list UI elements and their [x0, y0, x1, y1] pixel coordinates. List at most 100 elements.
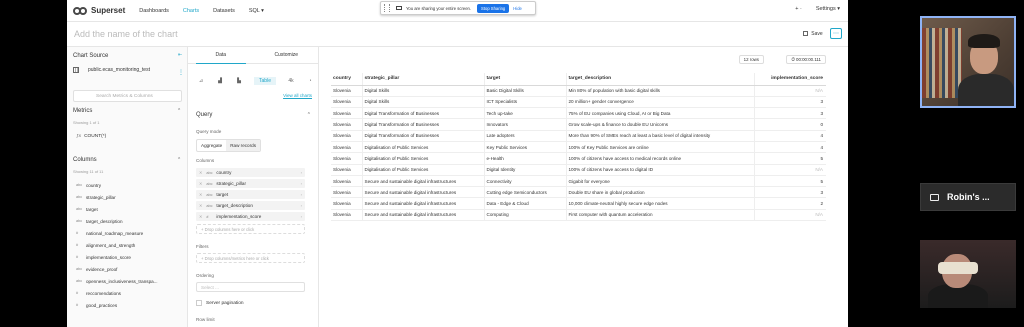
drop-columns-zone[interactable]: + Drop columns here or click: [196, 224, 305, 234]
chevron-up-icon[interactable]: ⌃: [177, 157, 181, 163]
plus-menu-button[interactable]: + ·: [795, 6, 802, 12]
table-cell: N/A: [753, 209, 826, 222]
remove-icon[interactable]: ✕: [199, 181, 202, 186]
table-cell: Double EU share in global production: [565, 186, 754, 199]
participant-video-tile[interactable]: [920, 16, 1016, 108]
table-cell: Slovenia: [331, 96, 362, 109]
dataset-name: public.ecas_monitoring_test: [88, 67, 150, 73]
columns-label: Columns: [196, 158, 215, 163]
table-row[interactable]: Slovenia Digitalisation of Public Service…: [331, 152, 826, 165]
nav-sql[interactable]: SQL ▾: [249, 8, 264, 14]
ordering-select[interactable]: Select ...: [196, 282, 305, 292]
table-row[interactable]: Slovenia Secure and sustainable digital i…: [331, 197, 826, 210]
remove-icon[interactable]: ✕: [199, 170, 202, 175]
table-cell: First computer with quantum acceleration: [565, 209, 754, 222]
remove-icon[interactable]: ✕: [199, 203, 202, 208]
participant-video-tile[interactable]: [920, 240, 1016, 308]
column-header[interactable]: implementation_score: [753, 73, 826, 86]
tab-data[interactable]: Data: [188, 47, 254, 64]
column-label: country: [86, 182, 102, 188]
metric-item[interactable]: ƒx COUNT(*): [73, 131, 182, 141]
column-header[interactable]: country: [331, 73, 362, 86]
participant-hair: [968, 34, 1000, 48]
dataset-more-icon[interactable]: ⋮: [178, 69, 184, 76]
table-row[interactable]: Slovenia Secure and sustainable digital i…: [331, 209, 826, 222]
column-item[interactable]: abc target: [73, 204, 182, 214]
table-row[interactable]: Slovenia Digital Transformation of Busine…: [331, 107, 826, 120]
table-row[interactable]: Slovenia Digital Skills ICT Specialists 20 …: [331, 96, 826, 109]
remove-icon[interactable]: ✕: [199, 192, 202, 197]
more-options-button[interactable]: ⋯: [830, 28, 842, 39]
column-label: target_description: [86, 218, 123, 224]
table-body: Slovenia Digital Skills Basic Digital Skil…: [331, 85, 826, 222]
datasource-panel: Chart Source ⇤ public.ecas_monitoring_te…: [67, 47, 188, 327]
search-metrics-columns-input[interactable]: Search Metrics & Columns: [73, 90, 182, 102]
mode-aggregate[interactable]: Aggregate: [197, 140, 226, 151]
view-all-charts-link[interactable]: View all charts: [283, 93, 312, 98]
table-row[interactable]: Slovenia Digitalisation of Public Service…: [331, 141, 826, 154]
column-item[interactable]: # implementation_score: [73, 252, 182, 262]
column-item[interactable]: abc country: [73, 180, 182, 190]
chevron-right-icon: ›: [300, 214, 302, 219]
query-column-item[interactable]: ✕ # implementation_score ›: [196, 212, 305, 221]
table-row[interactable]: Slovenia Digitalisation of Public Service…: [331, 164, 826, 176]
pie-chart-icon[interactable]: ◔: [306, 78, 314, 84]
nav-datasets[interactable]: Datasets: [213, 8, 235, 14]
chevron-right-icon: ›: [300, 170, 302, 175]
column-item[interactable]: # good_practices: [73, 300, 182, 310]
chart-name-input[interactable]: Add the name of the chart: [74, 29, 178, 39]
remove-icon[interactable]: ✕: [199, 214, 202, 219]
row-count-badge: 12 rows: [738, 55, 764, 64]
nav-dashboards[interactable]: Dashboards: [139, 8, 169, 14]
line-chart-icon[interactable]: ⊿: [197, 78, 205, 84]
tab-customize[interactable]: Customize: [254, 47, 320, 63]
column-item[interactable]: abc evidence_proof: [73, 264, 182, 274]
query-column-item[interactable]: ✕ abc target ›: [196, 190, 305, 199]
nav-charts[interactable]: Charts: [183, 8, 199, 14]
query-timer-badge: ⏱ 00:00:00.111: [786, 55, 826, 64]
chevron-up-icon[interactable]: ⌃: [177, 108, 181, 114]
query-column-item[interactable]: ✕ abc strategic_pillar ›: [196, 179, 305, 188]
drop-filters-zone[interactable]: + Drop columns/metrics here or click: [196, 253, 305, 263]
column-item[interactable]: # reccomendations: [73, 288, 182, 298]
column-item[interactable]: abc target_description: [73, 216, 182, 226]
table-viz-button[interactable]: Table: [254, 77, 276, 85]
chevron-up-icon[interactable]: ⌃: [307, 112, 311, 118]
column-header[interactable]: target_description: [565, 73, 754, 86]
column-item[interactable]: # alignment_and_strength: [73, 240, 182, 250]
hide-banner-button[interactable]: Hide: [513, 6, 522, 11]
stop-sharing-button[interactable]: Stop Sharing: [477, 3, 510, 13]
drag-handle-icon[interactable]: [384, 4, 390, 12]
mode-raw-records[interactable]: Raw records: [226, 140, 260, 151]
superset-logo[interactable]: Superset: [73, 6, 125, 15]
table-row[interactable]: Slovenia Secure and sustainable digital i…: [331, 186, 826, 199]
table-row[interactable]: Slovenia Secure and sustainable digital i…: [331, 175, 826, 188]
participant-name-tile[interactable]: Robin's ...: [920, 183, 1016, 211]
table-row[interactable]: Slovenia Digital Transformation of Busine…: [331, 118, 826, 131]
ordering-label: Ordering: [196, 273, 214, 278]
column-header[interactable]: target: [483, 73, 566, 86]
query-column-item[interactable]: ✕ abc country ›: [196, 168, 305, 177]
column-label: evidence_proof: [86, 266, 118, 272]
column-item[interactable]: abc strategic_pillar: [73, 192, 182, 202]
dataset-selector[interactable]: public.ecas_monitoring_test: [73, 67, 150, 73]
column-header[interactable]: strategic_pillar: [361, 73, 484, 86]
server-pagination-checkbox[interactable]: Server pagination: [196, 300, 244, 306]
collapse-panel-icon[interactable]: ⇤: [178, 52, 182, 58]
table-row[interactable]: Slovenia Digital Skills Basic Digital Skil…: [331, 85, 826, 97]
table-cell: Slovenia: [331, 164, 362, 176]
column-item[interactable]: # national_roadmap_measure: [73, 228, 182, 238]
bar-chart-icon[interactable]: ▟: [216, 78, 224, 84]
query-column-item[interactable]: ✕ abc target_description ›: [196, 201, 305, 210]
column-item[interactable]: abc openness_inclusiveness_transpa...: [73, 276, 182, 286]
brand-name: Superset: [91, 6, 126, 15]
table-cell: Gigabit for everyone: [565, 175, 754, 188]
settings-menu[interactable]: Settings ▾: [816, 6, 840, 12]
area-chart-icon[interactable]: ▙: [235, 78, 243, 84]
table-cell: Digital Identity: [483, 164, 566, 176]
table-row[interactable]: Slovenia Digital Transformation of Busine…: [331, 130, 826, 142]
table-header-row: country strategic_pillar target target_desc…: [331, 73, 826, 86]
top-navbar: Superset Dashboards Charts Datasets SQL …: [67, 0, 848, 22]
save-button[interactable]: Save: [800, 28, 826, 39]
big-number-icon[interactable]: 4k: [287, 78, 295, 84]
